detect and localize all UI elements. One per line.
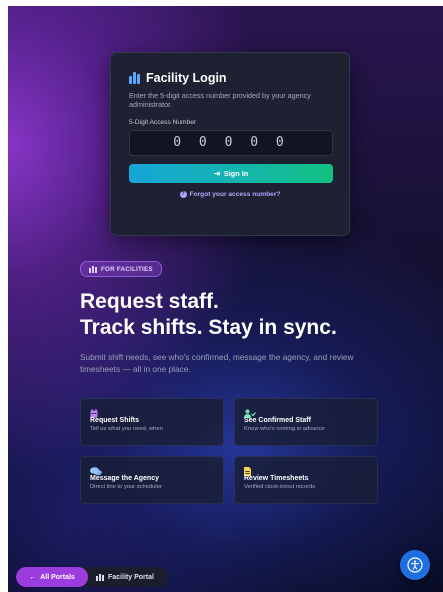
badge-label: FOR FACILITIES xyxy=(101,265,153,273)
accessibility-button[interactable] xyxy=(400,550,430,580)
building-icon xyxy=(129,72,142,84)
accessibility-icon xyxy=(407,557,423,573)
user-check-icon xyxy=(244,405,368,418)
hero-headline: Request staff. Track shifts. Stay in syn… xyxy=(80,289,337,341)
facility-portal-label: Facility Portal xyxy=(108,573,154,581)
sign-in-icon: ⇥ xyxy=(213,169,220,178)
access-number-input[interactable]: 0 0 0 0 0 xyxy=(129,130,333,156)
login-title: Facility Login xyxy=(146,71,227,85)
feature-title: Message the Agency xyxy=(90,475,159,482)
feature-card-confirmed-staff: See Confirmed Staff Know who's coming in… xyxy=(234,398,378,446)
building-icon xyxy=(96,573,104,581)
headline-line-2: Track shifts. Stay in sync. xyxy=(80,316,337,339)
facility-login-card: Facility Login Enter the 5-digit access … xyxy=(110,52,350,236)
document-icon xyxy=(244,463,368,476)
feature-card-message-agency: Message the Agency Direct line to your s… xyxy=(80,456,224,504)
page-background: Facility Login Enter the 5-digit access … xyxy=(8,6,443,592)
facility-portal-label-group: Facility Portal xyxy=(96,573,154,581)
sign-in-button[interactable]: ⇥ Sign In xyxy=(129,164,333,183)
feature-title: See Confirmed Staff xyxy=(244,417,311,424)
building-icon xyxy=(89,265,97,273)
feature-card-review-timesheets: Review Timesheets Verified clock-in/out … xyxy=(234,456,378,504)
portal-switcher: ← All Portals Facility Portal xyxy=(16,567,168,587)
hero-subtext: Submit shift needs, see who's confirmed,… xyxy=(80,352,354,374)
arrow-left-icon: ← xyxy=(29,573,37,581)
forgot-access-link[interactable]: ? Forgot your access number? xyxy=(129,191,331,198)
sign-in-label: Sign In xyxy=(223,169,249,178)
question-icon: ? xyxy=(179,191,187,198)
for-facilities-badge: FOR FACILITIES xyxy=(80,261,162,277)
all-portals-button[interactable]: ← All Portals xyxy=(16,567,88,587)
feature-title: Review Timesheets xyxy=(244,475,309,482)
all-portals-label: All Portals xyxy=(40,573,75,581)
login-title-row: Facility Login xyxy=(129,71,331,85)
feature-card-request-shifts: Request Shifts Tell us what you need, wh… xyxy=(80,398,224,446)
feature-title: Request Shifts xyxy=(90,417,140,424)
headline-line-1: Request staff. xyxy=(80,290,219,313)
calendar-icon xyxy=(90,405,214,418)
feature-description: Direct line to your scheduler xyxy=(90,484,162,490)
feature-description: Know who's coming in advance xyxy=(244,426,325,432)
login-description: Enter the 5-digit access number provided… xyxy=(129,91,311,109)
feature-description: Verified clock-in/out records xyxy=(244,484,316,490)
access-number-label: 5-Digit Access Number xyxy=(129,119,197,126)
forgot-access-label: Forgot your access number? xyxy=(189,191,281,198)
chat-icon xyxy=(90,463,214,476)
feature-description: Tell us what you need, when xyxy=(90,426,163,432)
